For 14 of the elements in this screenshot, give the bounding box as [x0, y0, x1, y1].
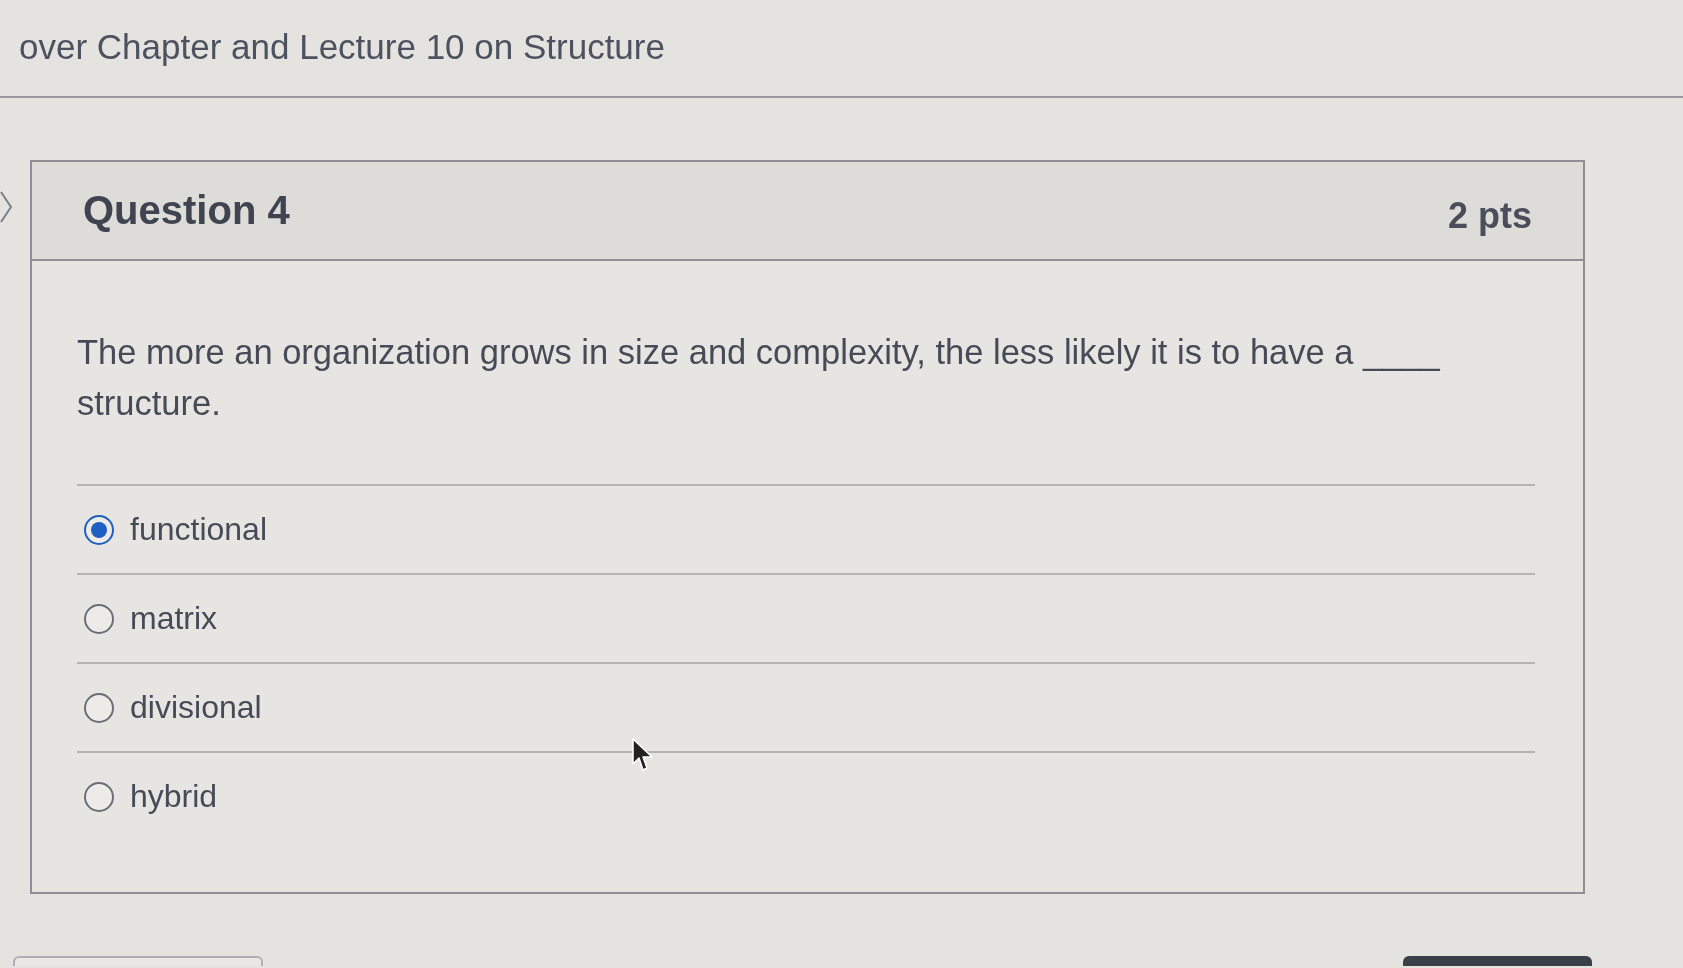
question-title: Question 4 — [83, 188, 290, 233]
question-points: 2 pts — [1447, 194, 1532, 237]
radio-button[interactable] — [84, 603, 114, 634]
radio-button[interactable] — [84, 692, 114, 723]
page-title: over Chapter and Lecture 10 on Structure — [19, 26, 665, 68]
chevron-right-icon[interactable] — [0, 191, 12, 223]
mouse-pointer-icon — [632, 738, 654, 772]
answer-option[interactable]: divisional — [77, 664, 1535, 753]
answer-option[interactable]: matrix — [77, 575, 1535, 664]
answer-option[interactable]: functional — [77, 486, 1535, 575]
question-text: The more an organization grows in size and complexity, the less likely it is to have a ____ structure. — [77, 327, 1535, 486]
radio-button[interactable] — [84, 514, 114, 545]
radio-button[interactable] — [84, 781, 114, 812]
answer-option[interactable]: hybrid — [77, 753, 1535, 840]
